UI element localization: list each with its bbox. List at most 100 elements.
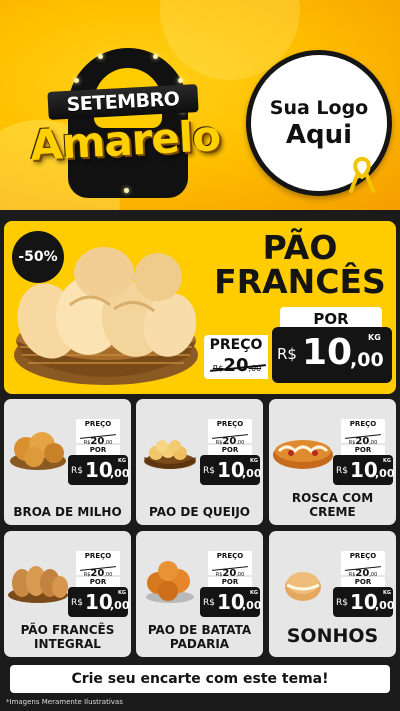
light-bulb-icon	[98, 54, 103, 59]
price-integer: 10	[85, 458, 113, 482]
price-integer: 10	[85, 590, 113, 614]
featured-name-line2: FRANCÊS	[214, 262, 386, 301]
price-decimal: ,00	[375, 467, 395, 480]
preco-label: PREÇO	[76, 551, 120, 561]
featured-price-tag: PREÇO R$20,00 POR R$ 10 ,00 KG	[200, 307, 394, 391]
old-price: R$20,00	[341, 561, 385, 579]
new-price: R$ 10,00 KG	[333, 455, 395, 485]
rosca-image	[273, 440, 333, 469]
price-unit: KG	[250, 590, 258, 596]
price-integer: 10	[350, 458, 378, 482]
price-tag: PREÇO R$20,00 POR R$ 10,00 KG	[200, 419, 262, 489]
preco-label: PREÇO	[208, 551, 252, 561]
logo-text-line2: Aqui	[285, 120, 353, 150]
pao-frances-integral-image	[8, 566, 68, 603]
featured-product-card[interactable]: -50% PÃO FRANCÊS PREÇO R$20,00 POR R$ 10…	[4, 221, 396, 394]
por-label: POR	[208, 577, 252, 587]
old-price-box: PREÇO R$20,00	[204, 335, 268, 379]
price-tag: PREÇO R$20,00 POR R$ 10,00 KG	[68, 419, 130, 489]
price-currency: R$	[71, 466, 83, 476]
price-decimal: ,00	[110, 599, 130, 612]
price-tag: PREÇO R$20,00 POR R$ 10,00 KG	[200, 551, 262, 621]
price-unit: KG	[118, 590, 126, 596]
sonho-image	[285, 572, 321, 601]
price-decimal: ,00	[242, 599, 262, 612]
new-price: R$ 10,00 KG	[333, 587, 395, 617]
cta-banner[interactable]: Crie seu encarte com este tema!	[10, 665, 390, 693]
product-card[interactable]: PREÇO R$20,00 POR R$ 10,00 KG PAO DE BATAT…	[136, 531, 263, 657]
header-banner: SETEMBRO Amarelo Sua Logo Aqui	[0, 0, 400, 210]
old-price: R$20,00	[76, 429, 120, 447]
pao-de-batata-image	[146, 561, 194, 603]
preco-label: PREÇO	[341, 551, 385, 561]
old-price: R$20,00	[76, 561, 120, 579]
product-card[interactable]: PREÇO R$20,00 POR R$ 10,00 KG SONHOS	[269, 531, 396, 657]
price-integer: 10	[350, 590, 378, 614]
price-tag: PREÇO R$20,00 POR R$ 10,00 KG	[333, 551, 395, 621]
price-tag: PREÇO R$20,00 POR R$ 10,00 KG	[333, 419, 395, 489]
price-unit: KG	[250, 458, 258, 464]
por-label: POR	[341, 445, 385, 455]
price-currency: R$	[71, 598, 83, 608]
product-name: BROA DE MILHO	[13, 505, 122, 519]
price-currency: R$	[277, 345, 297, 363]
logo-placeholder[interactable]: Sua Logo Aqui	[246, 50, 392, 196]
product-card[interactable]: PREÇO R$20,00 POR R$ 10,00 KG PÃO FRANCÊS …	[4, 531, 131, 657]
new-price: R$ 10,00 KG	[200, 587, 262, 617]
price-unit: KG	[383, 458, 391, 464]
por-label: POR	[341, 577, 385, 587]
por-label: POR	[76, 445, 120, 455]
product-name: SONHOS	[286, 625, 379, 647]
price-currency: R$	[203, 466, 215, 476]
old-price: R$20,00	[208, 429, 252, 447]
broa-image	[10, 432, 66, 470]
new-price-box: R$ 10 ,00 KG	[272, 327, 392, 383]
light-bulb-icon	[178, 78, 183, 83]
new-price: R$ 10,00 KG	[200, 455, 262, 485]
light-bulb-icon	[124, 188, 129, 193]
campaign-title-main: Amarelo	[28, 111, 222, 170]
price-integer: 10	[217, 590, 245, 614]
campaign-emblem: SETEMBRO Amarelo	[10, 40, 240, 200]
price-currency: R$	[336, 466, 348, 476]
product-card[interactable]: PREÇO R$20,00 POR R$ 10,00 KG PAO DE QUEIJ…	[136, 399, 263, 525]
por-label: POR	[208, 445, 252, 455]
price-integer: 10	[217, 458, 245, 482]
product-card[interactable]: PREÇO R$20,00 POR R$ 10,00 KG BROA DE MILH…	[4, 399, 131, 525]
preco-label: PREÇO	[76, 419, 120, 429]
product-name: PÃO FRANCÊS INTEGRAL	[20, 623, 115, 651]
preco-label: PREÇO	[341, 419, 385, 429]
new-price: R$ 10,00 KG	[68, 587, 130, 617]
product-name: PAO DE BATATA PADARIA	[147, 623, 252, 651]
price-currency: R$	[336, 598, 348, 608]
price-decimal: ,00	[375, 599, 395, 612]
price-decimal: ,00	[350, 349, 384, 371]
light-bulb-icon	[153, 54, 158, 59]
price-unit: KG	[368, 333, 381, 342]
price-decimal: ,00	[110, 467, 130, 480]
por-label: POR	[76, 577, 120, 587]
product-name: PAO DE QUEIJO	[149, 505, 250, 519]
price-unit: KG	[383, 590, 391, 596]
new-price: R$ 10,00 KG	[68, 455, 130, 485]
price-currency: R$	[203, 598, 215, 608]
price-integer: 10	[302, 332, 353, 373]
disclaimer-text: *Imagens Meramente Ilustrativas	[6, 698, 123, 706]
yellow-ribbon-icon	[349, 157, 375, 193]
featured-name-line1: PÃO	[262, 228, 338, 267]
pao-de-queijo-image	[144, 440, 196, 469]
product-name: ROSCA COM CREME	[291, 491, 374, 519]
price-tag: PREÇO R$20,00 POR R$ 10,00 KG	[68, 551, 130, 621]
product-grid: PREÇO R$20,00 POR R$ 10,00 KG BROA DE MILH…	[4, 399, 396, 663]
discount-badge: -50%	[12, 231, 64, 283]
price-unit: KG	[118, 458, 126, 464]
price-decimal: ,00	[242, 467, 262, 480]
old-price: R$20,00	[208, 561, 252, 579]
preco-label: PREÇO	[209, 337, 263, 353]
light-bulb-icon	[74, 78, 79, 83]
preco-label: PREÇO	[208, 419, 252, 429]
old-price: R$20,00	[341, 429, 385, 447]
logo-text-line1: Sua Logo	[269, 97, 369, 119]
old-price: R$20,00	[206, 355, 268, 376]
product-card[interactable]: PREÇO R$20,00 POR R$ 10,00 KG ROSCA COM CR…	[269, 399, 396, 525]
